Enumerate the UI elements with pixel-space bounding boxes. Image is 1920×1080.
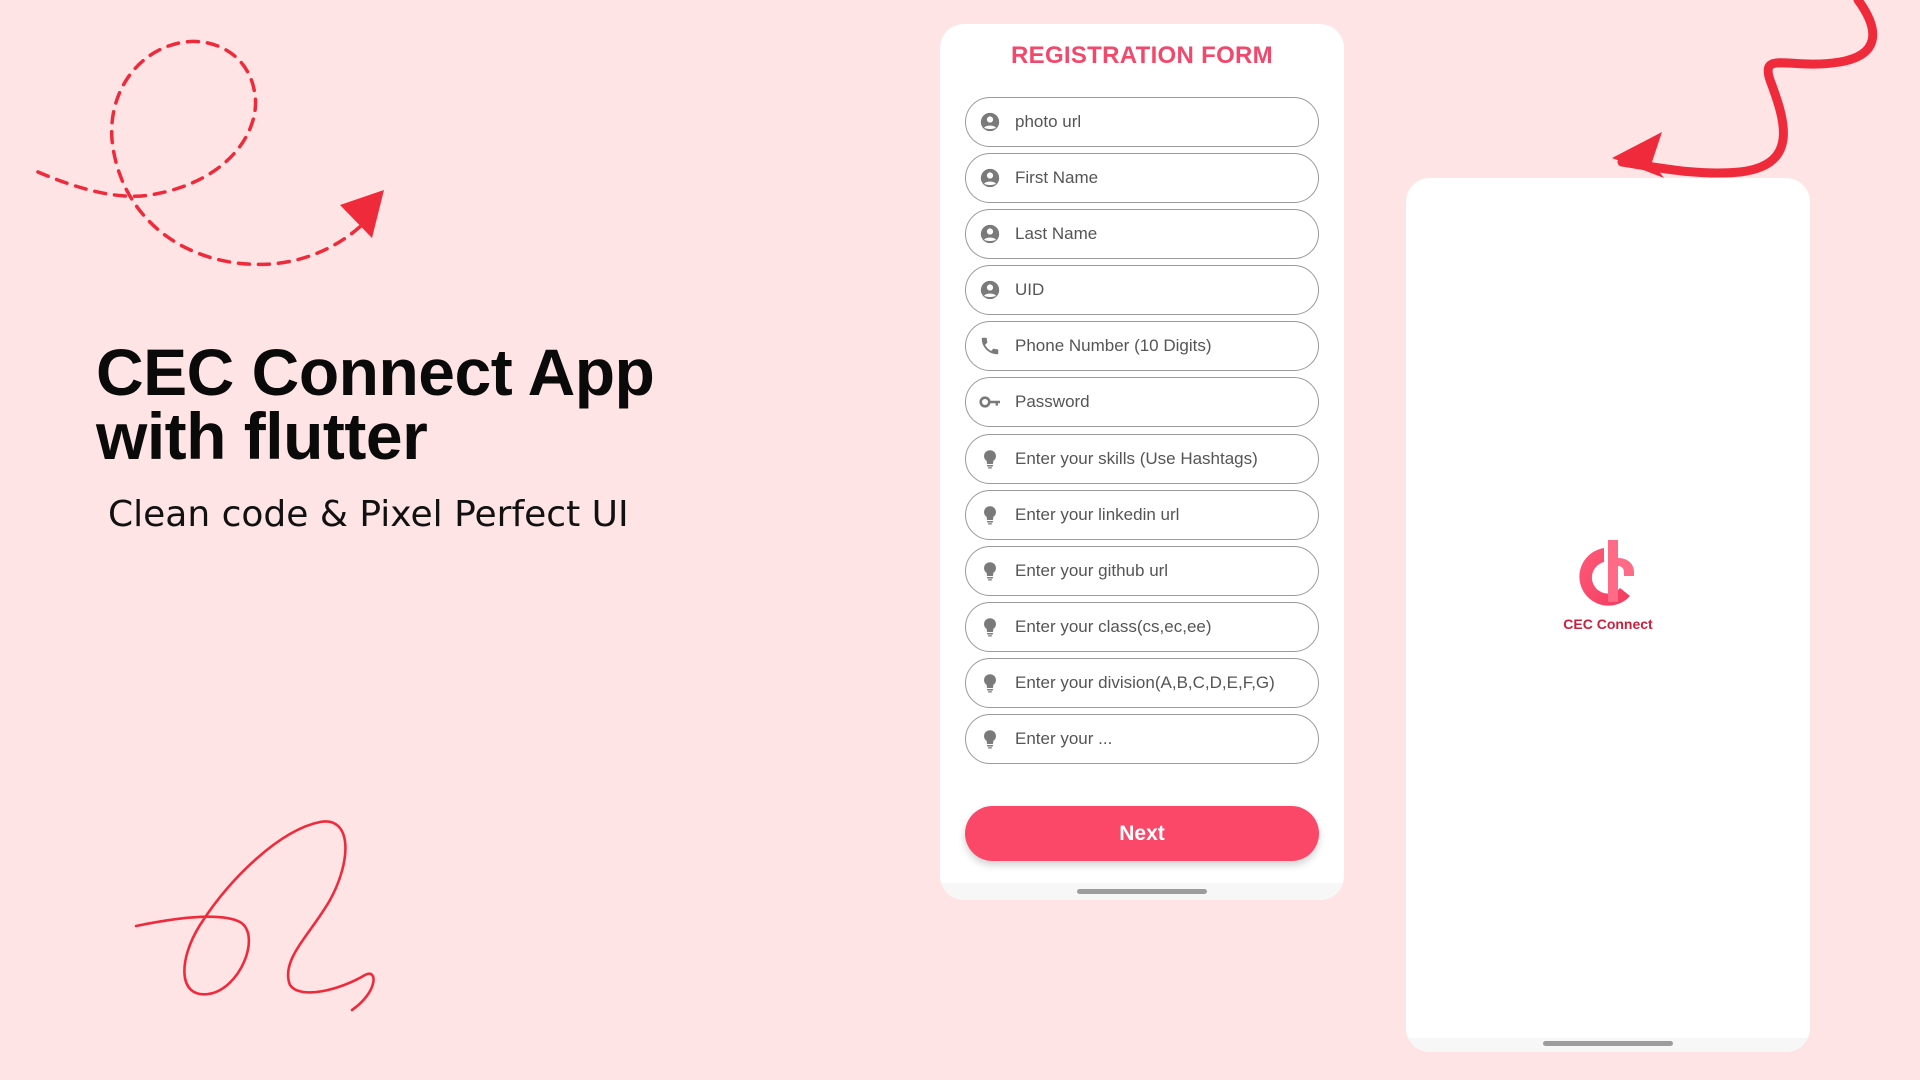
curly-arrow-head-icon xyxy=(1612,132,1664,178)
password-input[interactable] xyxy=(1015,392,1305,413)
github-url-input[interactable] xyxy=(1015,560,1305,581)
skills-field[interactable] xyxy=(965,433,1319,484)
hero-title: CEC Connect App with flutter xyxy=(96,339,816,469)
home-indicator[interactable] xyxy=(1543,1041,1673,1046)
uid-field[interactable] xyxy=(965,265,1319,316)
squiggle-doodle xyxy=(134,820,375,1012)
next-button[interactable]: Next xyxy=(965,806,1319,861)
class-field[interactable] xyxy=(965,601,1319,652)
skills-input[interactable] xyxy=(1015,448,1305,469)
lightbulb-icon xyxy=(977,670,1003,696)
curly-arrow-doodle xyxy=(1617,0,1878,178)
password-field[interactable] xyxy=(965,377,1319,428)
first-name-field[interactable] xyxy=(965,153,1319,204)
registration-fields xyxy=(965,97,1319,770)
phone-icon xyxy=(977,333,1003,359)
lightbulb-icon xyxy=(977,558,1003,584)
extra-field[interactable] xyxy=(965,714,1319,765)
photo-url-input[interactable] xyxy=(1015,112,1305,132)
lightbulb-icon xyxy=(977,726,1003,752)
hero-subtitle: Clean code & Pixel Perfect UI xyxy=(108,494,629,535)
division-input[interactable] xyxy=(1015,672,1305,693)
person-icon xyxy=(977,221,1003,247)
github-url-field[interactable] xyxy=(965,545,1319,596)
last-name-input[interactable] xyxy=(1015,224,1305,245)
class-input[interactable] xyxy=(1015,616,1305,637)
lightbulb-icon xyxy=(977,502,1003,528)
photo-url-field[interactable] xyxy=(965,97,1319,147)
uid-input[interactable] xyxy=(1015,280,1305,301)
hero-title-line-2: with flutter xyxy=(96,399,428,473)
dashed-loop-doodle xyxy=(36,39,374,267)
linkedin-url-input[interactable] xyxy=(1015,504,1305,525)
registration-phone-screen: REGISTRATION FORM photo url First Name L… xyxy=(940,24,1344,900)
registration-form-title: REGISTRATION FORM xyxy=(1011,42,1273,69)
division-field[interactable] xyxy=(965,657,1319,708)
arrow-head-icon xyxy=(340,190,384,238)
lightbulb-icon xyxy=(977,614,1003,640)
last-name-field[interactable] xyxy=(965,209,1319,260)
person-icon xyxy=(977,165,1003,191)
person-icon xyxy=(977,109,1003,135)
hero-section: CEC Connect App with flutter Clean code … xyxy=(96,339,816,535)
extra-input[interactable] xyxy=(1015,729,1305,750)
person-icon xyxy=(977,277,1003,303)
key-icon xyxy=(977,389,1003,415)
lightbulb-icon xyxy=(977,446,1003,472)
hero-title-line-1: CEC Connect App xyxy=(96,335,655,409)
linkedin-url-field[interactable] xyxy=(965,489,1319,540)
cec-connect-logo-icon xyxy=(1579,540,1634,606)
home-indicator[interactable] xyxy=(1077,889,1207,894)
first-name-input[interactable] xyxy=(1015,168,1305,189)
splash-phone-screen: CEC Connect xyxy=(1406,178,1810,1052)
phone-number-input[interactable] xyxy=(1015,336,1305,357)
splash-app-name: CEC Connect xyxy=(1563,616,1653,632)
phone-number-field[interactable] xyxy=(965,321,1319,372)
